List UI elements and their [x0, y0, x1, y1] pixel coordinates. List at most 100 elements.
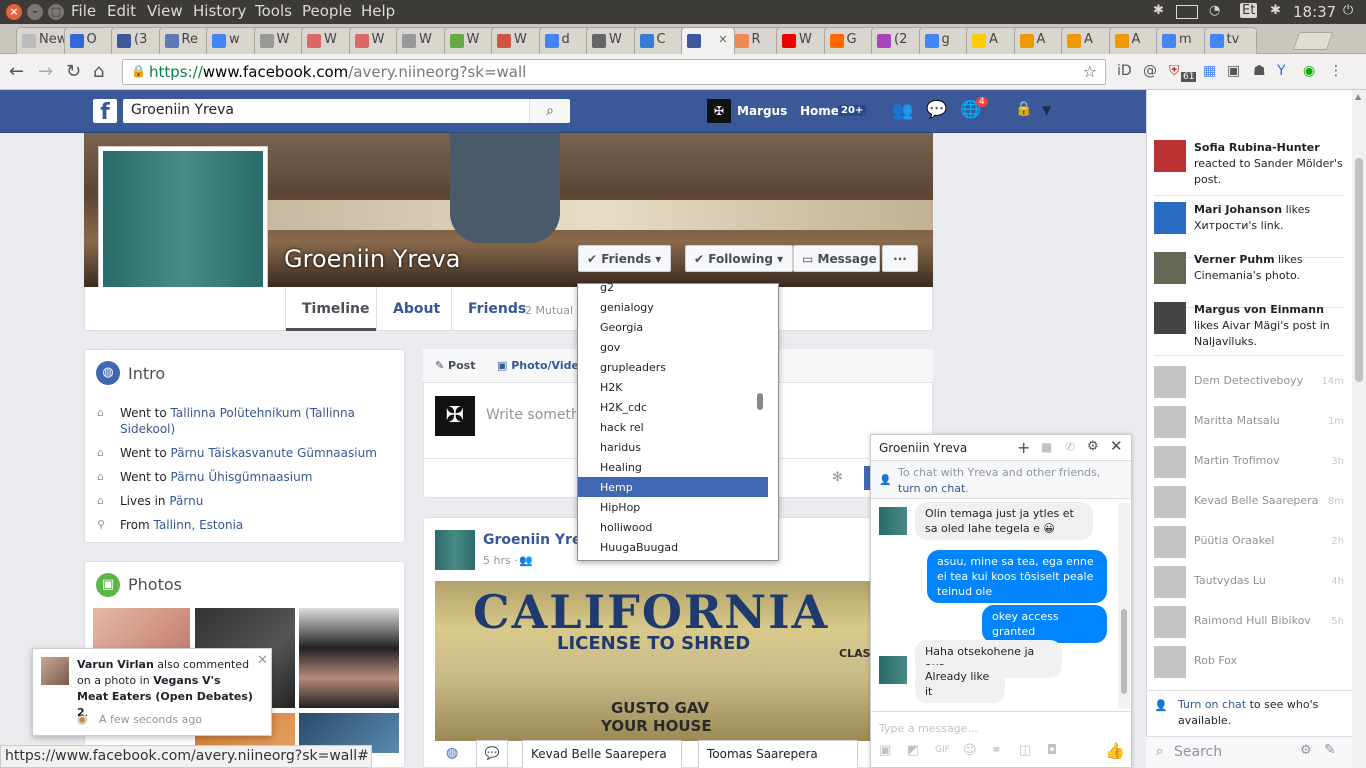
close-icon[interactable]: ✕ — [1110, 437, 1123, 455]
post-image[interactable]: CALIFORNIA LICENSE TO SHRED GUSTO GAV YO… — [435, 581, 871, 741]
keyboard-layout-indicator[interactable]: Et — [1240, 3, 1258, 18]
tab-about[interactable]: About — [393, 301, 440, 317]
intro-item-link[interactable]: Tallinn, Estonia — [154, 518, 244, 532]
friend-list-option[interactable]: grupleaders — [600, 361, 666, 374]
sidebar-settings-gear-icon[interactable]: ⚙ — [1300, 743, 1312, 758]
ticker-avatar[interactable] — [1154, 202, 1186, 234]
friend-list-option[interactable]: haridus — [600, 441, 641, 454]
ticker-avatar[interactable] — [1154, 302, 1186, 334]
ghost-extension-icon[interactable]: ▣ — [1227, 63, 1240, 79]
notification-popup[interactable]: ✕ Varun Virlan also commented on a photo… — [32, 648, 272, 736]
browser-tab[interactable]: ✕ — [681, 27, 735, 54]
post-timestamp[interactable]: 5 hrs · — [483, 554, 518, 567]
friend-list-option[interactable]: H2K_cdc — [600, 401, 647, 414]
chat-contact[interactable]: Püütia Oraakel 2h — [1154, 526, 1344, 558]
menu-view[interactable]: View — [147, 2, 183, 20]
chat-contact[interactable]: Kevad Belle Saarepera 8m — [1154, 486, 1344, 518]
power-icon[interactable]: ⏻ — [1343, 3, 1353, 18]
composer-photo-tab[interactable]: ▣ Photo/Video — [497, 359, 577, 372]
sidebar-search-input[interactable]: Search — [1174, 744, 1222, 760]
header-home-link[interactable]: Home — [800, 104, 839, 118]
settings-gear-icon[interactable]: ✻ — [832, 470, 843, 485]
browser-tab[interactable]: A — [1013, 27, 1067, 54]
menu-tools[interactable]: Tools — [255, 2, 292, 20]
profile-name[interactable]: Groeniin Yreva — [284, 245, 460, 273]
page-scrollbar[interactable]: ▲ — [1352, 90, 1366, 768]
browser-tab[interactable]: W — [776, 27, 830, 54]
intro-item-link[interactable]: Pärnu Täiskasvanute Gümnaasium — [171, 446, 377, 460]
game-icon[interactable]: ◫ — [1019, 743, 1031, 758]
clock[interactable]: 18:37 — [1293, 3, 1336, 21]
phone-icon[interactable]: ✆ — [1065, 440, 1075, 454]
grammarly-icon[interactable]: ◉ — [1303, 63, 1315, 79]
sidebar-turn-on-chat-link[interactable]: Turn on chat — [1178, 698, 1246, 711]
photo-icon[interactable]: ▣ — [879, 743, 891, 758]
vpn-extension-icon[interactable]: Y — [1277, 63, 1286, 79]
account-menu-chevron-icon[interactable]: ▼ — [1042, 103, 1051, 117]
browser-tab[interactable]: tv — [1203, 27, 1257, 54]
browser-tab[interactable]: O — [63, 27, 117, 54]
browser-tab[interactable]: R — [728, 27, 782, 54]
more-options-button[interactable]: ··· — [882, 245, 918, 272]
chat-message-input[interactable]: Type a message... — [879, 722, 978, 735]
facebook-search-input[interactable]: Groeniin Yreva — [123, 99, 570, 123]
address-bar[interactable]: 🔒 https://www.facebook.com/avery.niineor… — [122, 59, 1106, 85]
robot-extension-icon[interactable]: ☗ — [1253, 63, 1266, 79]
privacy-shortcuts-icon[interactable]: 🔒 — [1015, 101, 1032, 117]
chat-title[interactable]: Groeniin Yreva — [879, 441, 967, 455]
reload-icon[interactable]: ↻ — [66, 61, 81, 82]
photo-thumb[interactable] — [299, 608, 399, 708]
attachment-icon[interactable]: ⚭ — [991, 743, 1002, 758]
browser-tab[interactable]: m — [1156, 27, 1210, 54]
friend-list-option[interactable]: hack rel — [600, 421, 644, 434]
chrome-menu-icon[interactable]: ⋮ — [1329, 63, 1343, 79]
dropdown-scrollbar[interactable] — [757, 393, 763, 410]
browser-tab[interactable]: d — [538, 27, 592, 54]
browser-tab[interactable]: W — [491, 27, 545, 54]
like-thumb-icon[interactable]: 👍 — [1105, 741, 1125, 760]
friend-list-option[interactable]: HuugaBuugad — [600, 541, 678, 554]
browser-tab[interactable]: W — [443, 27, 497, 54]
composer-post-tab[interactable]: ✎ Post — [435, 359, 475, 372]
browser-tab[interactable]: g — [918, 27, 972, 54]
menu-people[interactable]: People — [302, 2, 352, 20]
gif-icon[interactable]: GIF — [935, 745, 950, 755]
ticker-story[interactable]: Mari Johanson likes Хитрости's link. — [1194, 202, 1344, 234]
following-button[interactable]: ✔ Following ▾ — [685, 245, 793, 272]
browser-tab[interactable]: W — [586, 27, 640, 54]
window-close-button[interactable]: × — [6, 4, 22, 20]
emoji-icon[interactable]: ☺ — [963, 743, 977, 758]
browser-tab[interactable]: (2 — [871, 27, 925, 54]
extension-icon[interactable]: ▦ — [1203, 63, 1216, 79]
close-tab-icon[interactable]: ✕ — [718, 33, 727, 46]
menu-file[interactable]: File — [71, 2, 96, 20]
new-message-icon[interactable]: ✎ — [1324, 742, 1336, 758]
ticker-avatar[interactable] — [1154, 252, 1186, 284]
friend-list-option[interactable]: g2 — [600, 281, 614, 294]
post-author-avatar[interactable] — [435, 530, 475, 570]
menu-help[interactable]: Help — [361, 2, 395, 20]
bookmark-star-icon[interactable]: ☆ — [1083, 62, 1097, 81]
browser-tab[interactable]: W — [396, 27, 450, 54]
search-icon[interactable]: ⌕ — [529, 99, 570, 123]
browser-tab[interactable]: A — [1108, 27, 1162, 54]
close-icon[interactable]: ✕ — [257, 653, 268, 668]
browser-tab[interactable]: W — [253, 27, 307, 54]
friend-list-option[interactable]: Hemp — [600, 481, 633, 494]
browser-tab[interactable]: A — [966, 27, 1020, 54]
bluetooth-icon[interactable]: ✱ — [1153, 3, 1164, 18]
wifi-icon[interactable]: ◔ — [1209, 3, 1220, 18]
chat-scrollbar[interactable] — [1118, 503, 1130, 708]
dock-chat-tab[interactable]: Toomas Saarepera — [698, 740, 858, 768]
menu-edit[interactable]: Edit — [107, 2, 136, 20]
composer-input[interactable]: Write something — [486, 407, 576, 423]
friend-list-option[interactable]: Georgia — [600, 321, 643, 334]
window-minimize-button[interactable]: – — [27, 4, 43, 20]
header-user-name[interactable]: Margus — [737, 104, 787, 118]
tab-friends[interactable]: Friends — [468, 301, 526, 317]
facebook-logo-icon[interactable]: f — [93, 99, 117, 125]
ublock-icon[interactable]: ⛨ — [1169, 63, 1180, 79]
intro-item-link[interactable]: Pärnu — [169, 494, 203, 508]
ticker-story[interactable]: Sofia Rubina-Hunter reacted to Sander Mö… — [1194, 140, 1344, 188]
home-icon[interactable]: ⌂ — [93, 61, 104, 82]
